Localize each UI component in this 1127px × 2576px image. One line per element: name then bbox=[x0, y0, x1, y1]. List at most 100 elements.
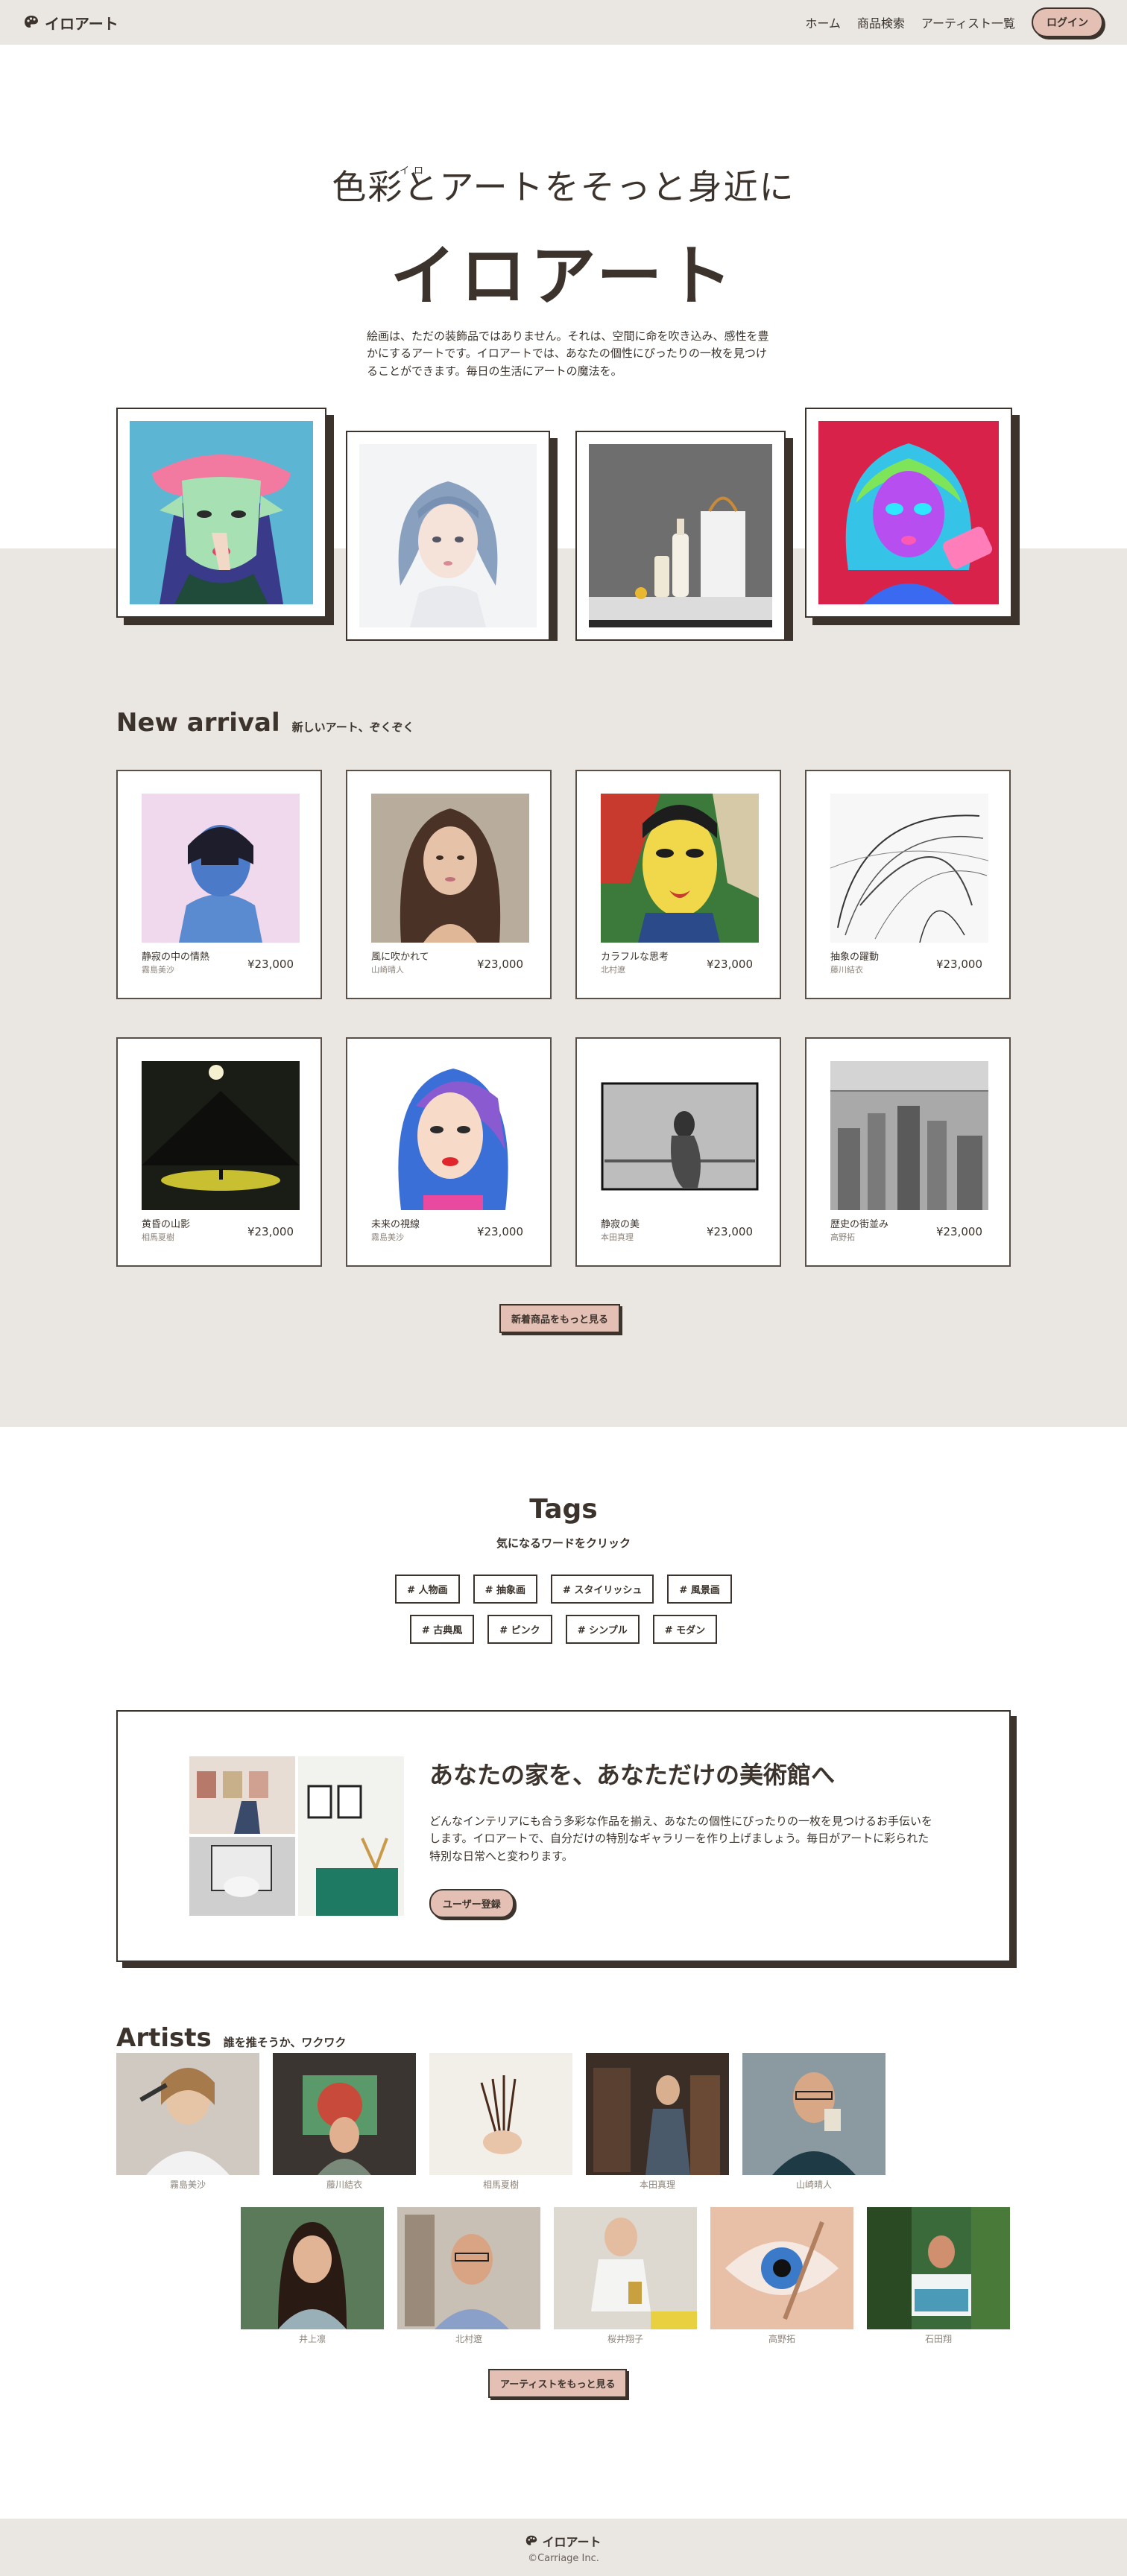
product-card[interactable]: 黄昏の山影 相馬夏樹 ¥23,000 bbox=[116, 1037, 322, 1267]
tag-simple[interactable]: # シンプル bbox=[565, 1615, 640, 1644]
more-new-arrivals-button[interactable]: 新着商品をもっと見る bbox=[499, 1304, 621, 1333]
footer-logo[interactable]: イロアート bbox=[525, 2532, 602, 2550]
hero-section: イロ 色彩とアートをそっと身近に イロアート 絵画は、ただの装飾品ではありません… bbox=[0, 45, 1127, 641]
artist-card[interactable]: 井上凛 bbox=[241, 2207, 384, 2346]
more-artists-button[interactable]: アーティストをもっと見る bbox=[488, 2369, 628, 2398]
header-logo[interactable]: イロアート bbox=[24, 12, 119, 34]
artist-name: 霧島美沙 bbox=[169, 2180, 206, 2190]
product-name: 静寂の中の情熱 bbox=[142, 952, 210, 963]
header-logo-text: イロアート bbox=[45, 14, 119, 33]
product-price: ¥23,000 bbox=[476, 958, 523, 971]
tag-modern[interactable]: # モダン bbox=[652, 1615, 718, 1644]
tags-title: Tags bbox=[529, 1494, 598, 1525]
tag-abstract[interactable]: # 抽象画 bbox=[473, 1575, 537, 1604]
product-price: ¥23,000 bbox=[476, 1225, 523, 1238]
product-artist: 高野拓 bbox=[830, 1232, 855, 1242]
product-price: ¥23,000 bbox=[247, 958, 294, 971]
register-button[interactable]: ユーザー登録 bbox=[429, 1889, 514, 1918]
artist-card[interactable]: 石田翔 bbox=[867, 2207, 1010, 2346]
artist-card[interactable]: 高野拓 bbox=[710, 2207, 853, 2346]
product-card[interactable]: カラフルな思考 北村遼 ¥23,000 bbox=[575, 770, 781, 999]
artwork-image bbox=[359, 444, 537, 627]
product-card[interactable]: 未来の視線 霧島美沙 ¥23,000 bbox=[346, 1037, 552, 1267]
site-footer: イロアート ©Carriage Inc. bbox=[0, 2519, 1127, 2576]
promo-text: どんなインテリアにも合う多彩な作品を揃え、あなたの個性にぴったりの一枚を見つける… bbox=[429, 1814, 933, 1863]
artist-name: 石田翔 bbox=[924, 2334, 952, 2344]
palette-icon bbox=[526, 2535, 537, 2545]
nav-search[interactable]: 商品検索 bbox=[857, 13, 905, 31]
product-name: カラフルな思考 bbox=[601, 952, 669, 963]
product-name: 抽象の躍動 bbox=[830, 952, 880, 963]
artists-section: Artists 誰を推そうか、ワクワク 霧島美沙 藤川結衣 相馬夏樹 本田真理 … bbox=[0, 2023, 1127, 2519]
artist-photo bbox=[116, 2053, 259, 2175]
new-arrival-title: New arrival bbox=[116, 708, 280, 738]
hero-artwork-3[interactable] bbox=[575, 431, 786, 641]
artist-photo bbox=[241, 2207, 384, 2329]
artist-photo bbox=[429, 2053, 572, 2175]
hero-title: イロアート bbox=[390, 237, 737, 314]
product-price: ¥23,000 bbox=[706, 958, 753, 971]
artist-card[interactable]: 桜井翔子 bbox=[554, 2207, 697, 2346]
artist-name: 藤川結衣 bbox=[326, 2180, 362, 2190]
product-price: ¥23,000 bbox=[247, 1225, 294, 1238]
nav-home[interactable]: ホーム bbox=[805, 13, 841, 31]
artist-card[interactable]: 霧島美沙 bbox=[116, 2053, 259, 2192]
tag-landscape[interactable]: # 風景画 bbox=[667, 1575, 732, 1604]
new-arrival-subtitle: 新しいアート、ぞくぞく bbox=[291, 721, 414, 734]
login-button[interactable]: ログイン bbox=[1032, 7, 1103, 37]
footer-logo-text: イロアート bbox=[542, 2535, 602, 2549]
hero-artwork-1[interactable] bbox=[116, 408, 326, 618]
artist-photo bbox=[867, 2207, 1010, 2329]
artwork-image bbox=[142, 794, 300, 943]
artist-card[interactable]: 山崎晴人 bbox=[742, 2053, 886, 2192]
tag-pink[interactable]: # ピンク bbox=[487, 1615, 552, 1644]
footer-copyright: ©Carriage Inc. bbox=[528, 2553, 599, 2564]
product-card[interactable]: 静寂の美 本田真理 ¥23,000 bbox=[575, 1037, 781, 1267]
product-artist: 霧島美沙 bbox=[371, 1232, 404, 1242]
artist-photo bbox=[273, 2053, 416, 2175]
product-name: 黄昏の山影 bbox=[142, 1219, 191, 1230]
artwork-image bbox=[371, 1061, 529, 1210]
tag-stylish[interactable]: # スタイリッシュ bbox=[551, 1575, 654, 1604]
artwork-image bbox=[589, 444, 772, 627]
hero-artwork-4[interactable] bbox=[805, 408, 1012, 618]
product-name: 風に吹かれて bbox=[371, 952, 429, 963]
promo-section: あなたの家を、あなただけの美術館へ どんなインテリアにも合う多彩な作品を揃え、あ… bbox=[0, 1710, 1127, 2023]
tags-section: Tags 気になるワードをクリック # 人物画 # 抽象画 # スタイリッシュ … bbox=[0, 1427, 1127, 1710]
product-artist: 相馬夏樹 bbox=[142, 1232, 174, 1242]
product-card[interactable]: 風に吹かれて 山崎晴人 ¥23,000 bbox=[346, 770, 552, 999]
artist-name: 桜井翔子 bbox=[607, 2334, 643, 2344]
product-artist: 本田真理 bbox=[601, 1232, 634, 1242]
tags-subtitle: 気になるワードをクリック bbox=[496, 1537, 631, 1550]
artist-name: 高野拓 bbox=[768, 2334, 795, 2344]
artwork-image bbox=[830, 794, 988, 943]
product-card[interactable]: 抽象の躍動 藤川結衣 ¥23,000 bbox=[805, 770, 1011, 999]
artist-photo bbox=[742, 2053, 886, 2175]
artist-card[interactable]: 相馬夏樹 bbox=[429, 2053, 572, 2192]
artist-name: 相馬夏樹 bbox=[482, 2180, 519, 2190]
artist-card[interactable]: 北村遼 bbox=[397, 2207, 540, 2346]
artist-photo bbox=[397, 2207, 540, 2329]
promo-box: あなたの家を、あなただけの美術館へ どんなインテリアにも合う多彩な作品を揃え、あ… bbox=[116, 1710, 1011, 1962]
artist-card[interactable]: 藤川結衣 bbox=[273, 2053, 416, 2192]
product-price: ¥23,000 bbox=[935, 958, 982, 971]
new-arrival-header: New arrival 新しいアート、ぞくぞく bbox=[116, 708, 414, 738]
artwork-image bbox=[142, 1061, 300, 1210]
tag-classic[interactable]: # 古典風 bbox=[409, 1615, 475, 1644]
artist-photo bbox=[710, 2207, 853, 2329]
artwork-image bbox=[371, 794, 529, 943]
artwork-image bbox=[130, 421, 313, 604]
hero-artwork-2[interactable] bbox=[346, 431, 550, 641]
product-card[interactable]: 静寂の中の情熱 霧島美沙 ¥23,000 bbox=[116, 770, 322, 999]
site-header: イロアート ホーム 商品検索 アーティスト一覧 ログイン bbox=[0, 0, 1127, 45]
nav-artists[interactable]: アーティスト一覧 bbox=[921, 13, 1015, 31]
artist-name: 北村遼 bbox=[455, 2334, 482, 2344]
product-price: ¥23,000 bbox=[706, 1225, 753, 1238]
artist-name: 本田真理 bbox=[639, 2180, 675, 2190]
product-name: 静寂の美 bbox=[601, 1219, 640, 1230]
tag-portrait[interactable]: # 人物画 bbox=[395, 1575, 460, 1604]
tag-row-2: # 古典風 # ピンク # シンプル # モダン bbox=[0, 1615, 1127, 1644]
interior-collage-image bbox=[189, 1756, 404, 1916]
product-card[interactable]: 歴史の街並み 高野拓 ¥23,000 bbox=[805, 1037, 1011, 1267]
artist-card[interactable]: 本田真理 bbox=[586, 2053, 729, 2192]
